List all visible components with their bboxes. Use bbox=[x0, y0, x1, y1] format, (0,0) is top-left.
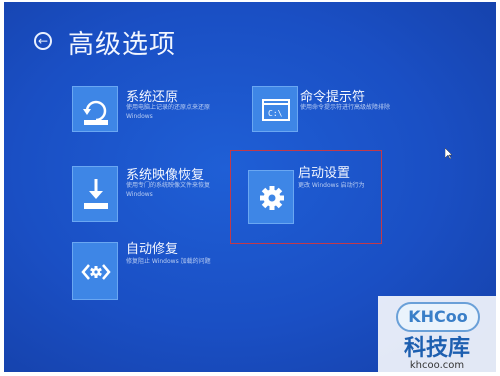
system-restore-icon bbox=[72, 86, 118, 132]
automatic-repair-icon bbox=[72, 242, 118, 300]
option-description-line2: Windows bbox=[126, 191, 153, 198]
system-image-recovery-icon bbox=[72, 166, 118, 222]
mouse-cursor-icon bbox=[445, 148, 453, 160]
option-description: 修复阻止 Windows 加载的问题 bbox=[126, 258, 211, 265]
back-arrow-icon[interactable]: ← bbox=[34, 32, 52, 50]
command-prompt-icon: C:\ bbox=[252, 86, 298, 132]
option-description: 使用命令提示符进行高级故障排除 bbox=[300, 104, 391, 111]
option-description: 使用电脑上记录的还原点来还原 bbox=[126, 104, 211, 111]
option-title: 自动修复 bbox=[126, 242, 179, 257]
svg-text:C:\: C:\ bbox=[268, 109, 283, 118]
watermark-url: khcoo.com bbox=[409, 360, 465, 371]
option-title: 系统还原 bbox=[126, 90, 179, 105]
watermark-logo: KHCoo bbox=[396, 302, 480, 332]
option-description-line2: Windows bbox=[126, 113, 153, 120]
watermark-site-name: 科技库 bbox=[403, 336, 470, 361]
option-title: 命令提示符 bbox=[300, 90, 366, 105]
page-title: 高级选项 bbox=[68, 30, 177, 60]
watermark: KHCoo 科技库 khcoo.com bbox=[378, 296, 496, 376]
selection-highlight-box bbox=[230, 150, 382, 244]
option-title: 系统映像恢复 bbox=[126, 168, 205, 183]
option-description: 使用专门的系统映像文件来恢复 bbox=[126, 182, 211, 189]
